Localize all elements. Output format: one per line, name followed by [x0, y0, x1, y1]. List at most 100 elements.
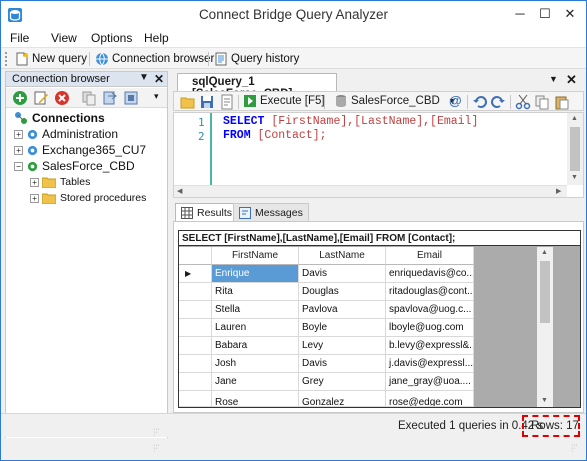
new-query-button[interactable]: New query: [15, 51, 87, 67]
table-cell[interactable]: spavlova@uog.c...: [386, 301, 474, 319]
menu-help[interactable]: Help: [144, 31, 169, 45]
scroll-thumb[interactable]: [570, 127, 580, 171]
table-cell[interactable]: b.levy@expressl&...: [386, 337, 474, 355]
copy-icon[interactable]: [81, 90, 97, 106]
save-icon[interactable]: [199, 94, 215, 110]
column-header-firstname[interactable]: FirstName: [212, 247, 299, 265]
paste-icon[interactable]: [554, 94, 570, 110]
table-cell[interactable]: Davis: [299, 265, 386, 283]
table-cell[interactable]: j.davis@expressl...: [386, 355, 474, 373]
expand-icon[interactable]: +: [30, 193, 39, 203]
folder-icon: [42, 193, 56, 204]
column-header-lastname[interactable]: LastName: [299, 247, 386, 265]
toolbar-grip[interactable]: [5, 52, 8, 66]
edit-connection-icon[interactable]: [33, 90, 49, 106]
table-cell[interactable]: Boyle: [299, 319, 386, 337]
editor-vertical-scrollbar[interactable]: ▲ ▼: [567, 113, 583, 185]
redo-icon[interactable]: [490, 94, 506, 110]
row-header[interactable]: [179, 283, 212, 301]
table-cell[interactable]: Levy: [299, 337, 386, 355]
table-cell[interactable]: Enrique: [212, 265, 299, 283]
expand-icon[interactable]: +: [30, 177, 39, 187]
cut-icon[interactable]: [515, 94, 531, 110]
table-cell[interactable]: Pavlova: [299, 301, 386, 319]
open-folder-icon[interactable]: [180, 94, 196, 110]
scroll-up-icon[interactable]: ▲: [541, 249, 548, 256]
export-icon[interactable]: [123, 90, 139, 106]
tab-close-button[interactable]: ✕: [566, 72, 577, 88]
tree-item-administration[interactable]: + Administration: [14, 126, 118, 142]
scroll-thumb[interactable]: [540, 261, 550, 323]
script-icon[interactable]: [219, 94, 235, 110]
table-cell[interactable]: rose@edge.com: [386, 391, 474, 407]
menu-view[interactable]: View: [51, 31, 77, 45]
tree-item-stored-procedures[interactable]: + Stored procedures: [30, 190, 146, 206]
table-cell[interactable]: lboyle@uog.com: [386, 319, 474, 337]
row-header[interactable]: [179, 355, 212, 373]
sql-editor[interactable]: 1 2 SELECT [FirstName],[LastName],[Email…: [173, 112, 584, 198]
resize-grip-icon[interactable]: · · · · · ·: [153, 426, 163, 439]
scroll-down-icon[interactable]: ▼: [541, 397, 548, 404]
window-resize-grip-icon[interactable]: · · · · · ·: [571, 442, 581, 455]
maximize-button[interactable]: ☐: [534, 6, 556, 22]
add-connection-icon[interactable]: [12, 90, 28, 106]
table-cell[interactable]: Grey: [299, 373, 386, 391]
resize-grip-icon[interactable]: · · · · · ·: [153, 442, 163, 455]
pin-icon[interactable]: ▼: [139, 72, 149, 83]
row-header[interactable]: [179, 337, 212, 355]
scroll-up-icon[interactable]: ▲: [571, 115, 578, 122]
tree-label: Exchange365_CU7: [42, 143, 147, 157]
row-header[interactable]: ▶: [179, 265, 212, 283]
tree-item-tables[interactable]: + Tables: [30, 174, 90, 190]
expand-icon[interactable]: +: [14, 145, 23, 155]
tree-item-salesforce[interactable]: − SalesForce_CBD: [14, 158, 135, 174]
tab-sqlquery-1[interactable]: sqlQuery_1 [SalesForce_CBD]: [177, 73, 337, 100]
row-header[interactable]: [179, 373, 212, 391]
overflow-chevron-icon[interactable]: ▾: [154, 91, 159, 102]
collapse-icon[interactable]: −: [14, 161, 23, 171]
scroll-left-icon[interactable]: ◀: [177, 187, 182, 195]
tree-root-connections[interactable]: Connections: [14, 110, 105, 126]
menu-file[interactable]: File: [10, 31, 29, 45]
close-window-button[interactable]: ✕: [559, 6, 581, 22]
table-cell[interactable]: jane_gray@uoa....: [386, 373, 474, 391]
table-cell[interactable]: Douglas: [299, 283, 386, 301]
menu-options[interactable]: Options: [91, 31, 132, 45]
query-history-button[interactable]: Query history: [214, 51, 299, 67]
delete-connection-icon[interactable]: [54, 90, 70, 106]
table-cell[interactable]: ritadouglas@cont...: [386, 283, 474, 301]
import-icon[interactable]: [102, 90, 118, 106]
copy-icon[interactable]: [534, 94, 550, 110]
row-header[interactable]: [179, 391, 212, 407]
table-cell[interactable]: Rose: [212, 391, 299, 407]
scroll-down-icon[interactable]: ▼: [571, 174, 578, 181]
tree-item-exchange365[interactable]: + Exchange365_CU7: [14, 142, 146, 158]
panel-close-button[interactable]: ✕: [154, 72, 164, 86]
tab-messages[interactable]: Messages: [233, 203, 309, 221]
table-cell[interactable]: enriquedavis@co...: [386, 265, 474, 283]
grid-vertical-scrollbar[interactable]: ▲ ▼: [537, 247, 553, 407]
table-cell[interactable]: Stella: [212, 301, 299, 319]
database-selector[interactable]: SalesForce_CBD ▼: [334, 94, 457, 108]
row-header[interactable]: [179, 301, 212, 319]
scroll-right-icon[interactable]: ▶: [556, 187, 561, 195]
connection-browser-button[interactable]: Connection browser: [95, 51, 214, 67]
table-cell[interactable]: Babara: [212, 337, 299, 355]
table-cell[interactable]: Gonzalez: [299, 391, 386, 407]
table-cell[interactable]: Josh: [212, 355, 299, 373]
undo-icon[interactable]: [472, 94, 488, 110]
table-cell[interactable]: Davis: [299, 355, 386, 373]
editor-horizontal-scrollbar[interactable]: ◀ ▶: [174, 185, 567, 197]
execute-button[interactable]: Execute [F5]: [243, 94, 325, 108]
tab-results[interactable]: Results: [175, 203, 239, 221]
column-header-email[interactable]: Email: [386, 247, 474, 265]
table-cell[interactable]: Jane: [212, 373, 299, 391]
expand-icon[interactable]: +: [14, 129, 23, 139]
row-header[interactable]: [179, 319, 212, 337]
table-cell[interactable]: Rita: [212, 283, 299, 301]
at-sign-icon[interactable]: @: [449, 93, 462, 108]
tab-list-icon[interactable]: ▼: [549, 74, 558, 84]
minimize-button[interactable]: ─: [509, 6, 531, 22]
table-cell[interactable]: Lauren: [212, 319, 299, 337]
tab-messages-label: Messages: [255, 206, 303, 219]
